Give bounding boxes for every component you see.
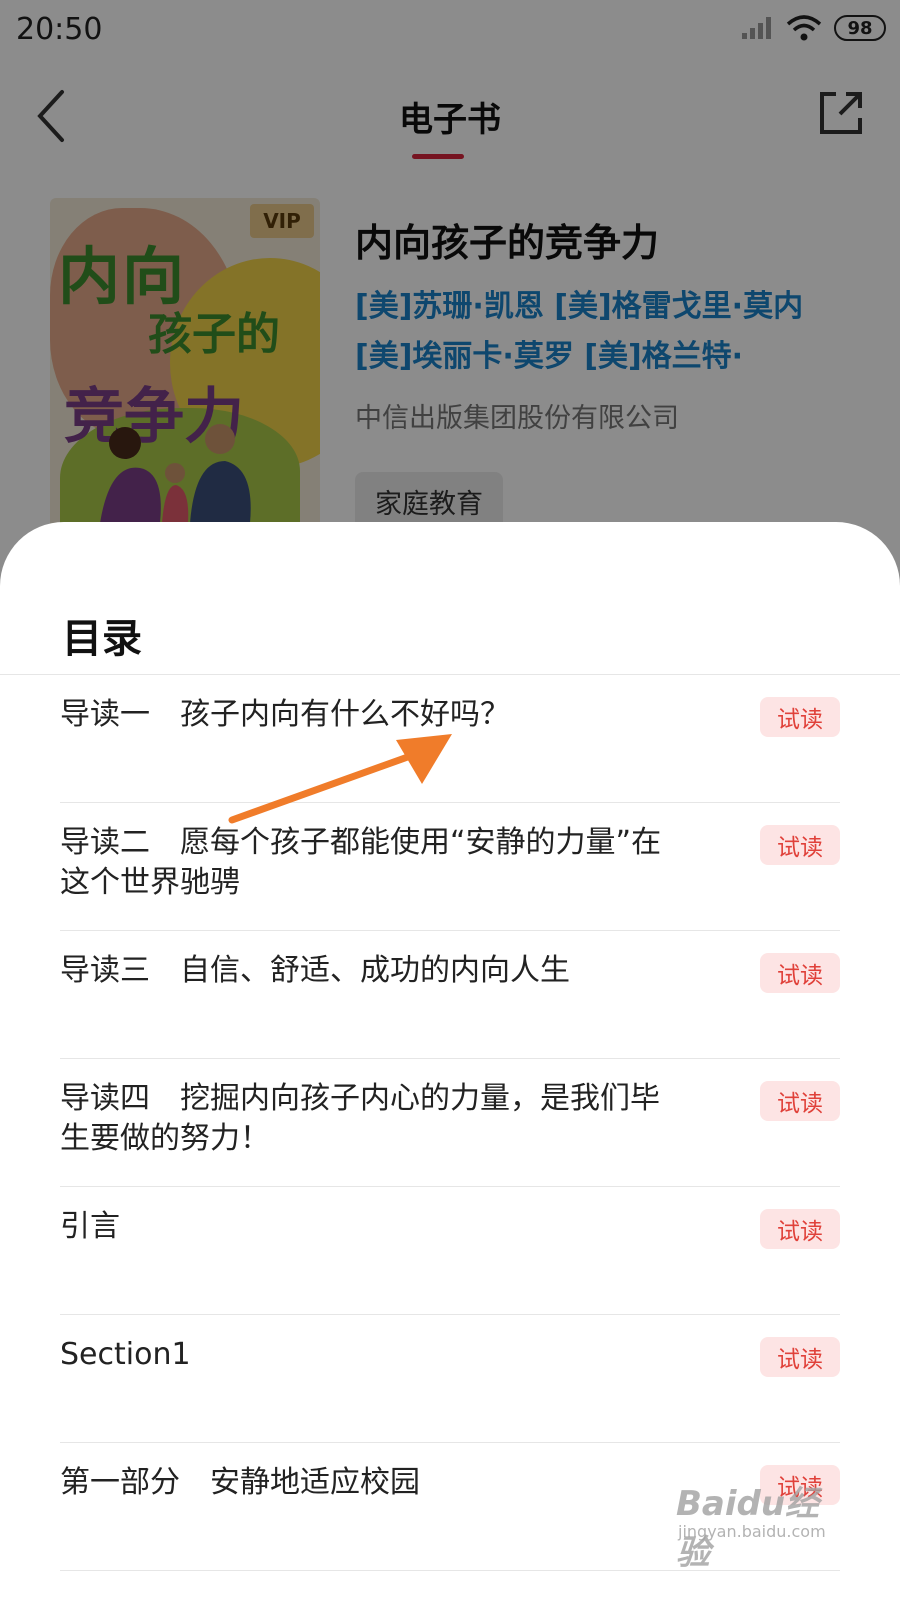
- watermark-url: jingyan.baidu.com: [678, 1522, 826, 1541]
- toc-item-label: 导读二 愿每个孩子都能使用“安静的力量”在这个世界驰骋: [60, 825, 662, 900]
- toc-item[interactable]: 导读三 自信、舒适、成功的内向人生 试读: [60, 931, 840, 1059]
- watermark: Baidu经验 jingyan.baidu.com: [676, 1476, 846, 1573]
- annotation-arrow-icon: [228, 734, 452, 824]
- trial-read-badge[interactable]: 试读: [760, 1081, 840, 1121]
- toc-item[interactable]: Section1 试读: [60, 1315, 840, 1443]
- toc-item-label: 导读四 挖掘内向孩子内心的力量，是我们毕生要做的努力！: [60, 1081, 660, 1156]
- trial-read-badge[interactable]: 试读: [760, 1337, 840, 1377]
- toc-item-label: 引言: [60, 1209, 120, 1244]
- trial-read-badge[interactable]: 试读: [760, 953, 840, 993]
- toc-item-label: 第一部分 安静地适应校园: [60, 1465, 420, 1500]
- trial-read-badge[interactable]: 试读: [760, 697, 840, 737]
- toc-bottom-sheet: 目录 导读一 孩子内向有什么不好吗？ 试读 导读二 愿每个孩子都能使用“安静的力…: [0, 522, 900, 1600]
- trial-read-badge[interactable]: 试读: [760, 825, 840, 865]
- toc-item-label: 导读三 自信、舒适、成功的内向人生: [60, 953, 570, 988]
- toc-title: 目录: [62, 616, 142, 662]
- trial-read-badge[interactable]: 试读: [760, 1209, 840, 1249]
- toc-item-label: Section1: [60, 1337, 191, 1372]
- toc-item[interactable]: 导读四 挖掘内向孩子内心的力量，是我们毕生要做的努力！ 试读: [60, 1059, 840, 1187]
- toc-item[interactable]: 引言 试读: [60, 1187, 840, 1315]
